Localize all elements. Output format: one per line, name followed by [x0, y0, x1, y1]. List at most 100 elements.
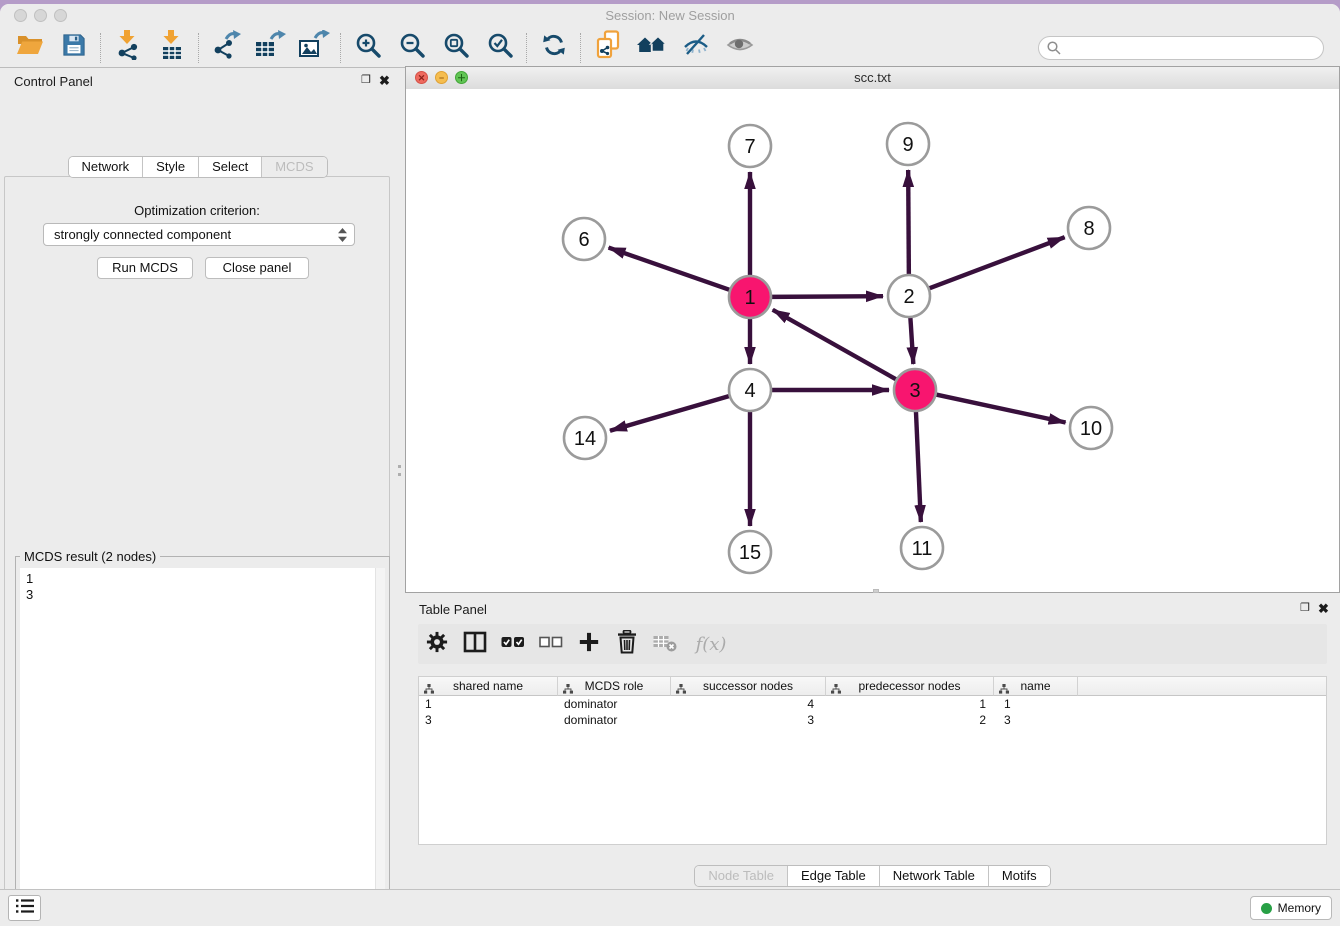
table-cell[interactable]: 3: [994, 712, 1078, 728]
task-history-button[interactable]: [8, 895, 41, 921]
minimize-network-button[interactable]: −: [435, 71, 448, 84]
tab-network[interactable]: Network: [68, 157, 143, 177]
delete-columns-button[interactable]: [608, 629, 646, 659]
column-header-shared-name[interactable]: shared name: [419, 677, 558, 696]
edge-3-11[interactable]: [916, 411, 921, 522]
split-panel-button[interactable]: [456, 629, 494, 659]
table-cell[interactable]: 2: [826, 712, 994, 728]
save-session-button[interactable]: [52, 31, 96, 65]
network-view-window: ✕ − ＋ scc.txt 7968124314101511: [405, 66, 1340, 593]
open-session-button[interactable]: [8, 31, 52, 65]
close-panel-button[interactable]: Close panel: [205, 257, 309, 279]
zoom-in-button[interactable]: [346, 31, 390, 65]
canvas-resize-grip[interactable]: [873, 589, 879, 593]
panel-splitter[interactable]: [398, 465, 402, 487]
function-builder-button[interactable]: f(x): [684, 629, 738, 659]
checked-boxes-icon: [501, 631, 525, 658]
table-row[interactable]: 3dominator323: [419, 712, 1326, 728]
table-cell[interactable]: 1: [826, 696, 994, 712]
edge-2-3[interactable]: [910, 317, 913, 364]
zoom-fit-button[interactable]: [434, 31, 478, 65]
table-cell[interactable]: 4: [671, 696, 826, 712]
run-mcds-button[interactable]: Run MCDS: [97, 257, 193, 279]
deselect-all-rows-button[interactable]: [532, 629, 570, 659]
edge-3-10[interactable]: [936, 394, 1066, 422]
export-network-icon: [211, 30, 241, 65]
toolbar-separator: [340, 33, 342, 63]
table-row[interactable]: 1dominator411: [419, 696, 1326, 712]
edge-3-1[interactable]: [773, 310, 897, 380]
table-cell[interactable]: 1: [419, 696, 558, 712]
eye-icon: [726, 33, 754, 62]
delete-table-icon: [653, 631, 677, 658]
network-graph[interactable]: 7968124314101511: [406, 89, 1339, 592]
export-table-icon: [254, 30, 286, 65]
edge-2-8[interactable]: [929, 237, 1065, 288]
result-scrollbar[interactable]: [375, 568, 385, 926]
table-header-row: shared nameMCDS rolesuccessor nodesprede…: [419, 677, 1326, 696]
network-canvas[interactable]: 7968124314101511: [406, 89, 1339, 592]
edge-2-9[interactable]: [908, 170, 909, 275]
gear-icon: [426, 631, 448, 658]
table-cell[interactable]: dominator: [558, 696, 671, 712]
tab-mcds[interactable]: MCDS: [262, 157, 326, 177]
column-header-MCDS-role[interactable]: MCDS role: [558, 677, 671, 696]
tab-edge-table[interactable]: Edge Table: [788, 866, 880, 886]
select-all-rows-button[interactable]: [494, 629, 532, 659]
mcds-result-list[interactable]: 1 3: [20, 568, 385, 926]
float-panel-icon[interactable]: ❐: [1300, 603, 1310, 614]
maximize-window-button[interactable]: [54, 9, 67, 22]
title-bar: Session: New Session: [0, 4, 1340, 28]
table-toolbar: f(x): [418, 624, 1327, 664]
hide-selected-button[interactable]: [674, 31, 718, 65]
tab-select[interactable]: Select: [199, 157, 262, 177]
export-image-button[interactable]: [292, 31, 336, 65]
tab-node-table[interactable]: Node Table: [695, 866, 788, 886]
column-header-successor-nodes[interactable]: successor nodes: [671, 677, 826, 696]
float-panel-icon[interactable]: ❐: [361, 75, 371, 86]
tab-motifs[interactable]: Motifs: [989, 866, 1050, 886]
export-network-button[interactable]: [204, 31, 248, 65]
node-label-4: 4: [744, 380, 755, 402]
toolbar-separator: [100, 33, 102, 63]
network-window-titlebar[interactable]: ✕ − ＋ scc.txt: [406, 67, 1339, 90]
table-cell[interactable]: 3: [419, 712, 558, 728]
table-cell[interactable]: dominator: [558, 712, 671, 728]
table-cell[interactable]: 1: [994, 696, 1078, 712]
optimization-criterion-select[interactable]: strongly connected component: [43, 223, 355, 246]
maximize-network-button[interactable]: ＋: [455, 71, 468, 84]
table-panel: Table Panel ❐ ✖: [405, 594, 1340, 890]
close-panel-icon[interactable]: ✖: [379, 74, 390, 87]
clone-network-icon: [594, 30, 622, 65]
network-window-title: scc.txt: [406, 67, 1339, 88]
column-header-name[interactable]: name: [994, 677, 1078, 696]
delete-table-button[interactable]: [646, 629, 684, 659]
export-table-button[interactable]: [248, 31, 292, 65]
close-network-button[interactable]: ✕: [415, 71, 428, 84]
zoom-out-button[interactable]: [390, 31, 434, 65]
minimize-window-button[interactable]: [34, 9, 47, 22]
table-cell[interactable]: 3: [671, 712, 826, 728]
tab-style[interactable]: Style: [143, 157, 199, 177]
memory-button[interactable]: Memory: [1250, 896, 1332, 920]
close-panel-icon[interactable]: ✖: [1318, 602, 1329, 615]
close-window-button[interactable]: [14, 9, 27, 22]
houses-icon: [636, 32, 668, 63]
tab-network-table[interactable]: Network Table: [880, 866, 989, 886]
import-table-button[interactable]: [150, 31, 194, 65]
edge-4-14[interactable]: [610, 396, 730, 431]
search-input[interactable]: [1038, 36, 1324, 60]
column-type-icon: [563, 681, 573, 696]
show-selected-button[interactable]: [718, 31, 762, 65]
zoom-selected-button[interactable]: [478, 31, 522, 65]
add-column-button[interactable]: [570, 629, 608, 659]
apply-layout-button[interactable]: [532, 31, 576, 65]
edge-1-2[interactable]: [771, 296, 883, 297]
column-settings-button[interactable]: [418, 629, 456, 659]
show-all-networks-button[interactable]: [630, 31, 674, 65]
column-header-predecessor-nodes[interactable]: predecessor nodes: [826, 677, 994, 696]
table-body: 1dominator4113dominator323: [419, 696, 1326, 844]
import-network-button[interactable]: [106, 31, 150, 65]
clone-network-button[interactable]: [586, 31, 630, 65]
edge-1-6[interactable]: [609, 248, 731, 290]
